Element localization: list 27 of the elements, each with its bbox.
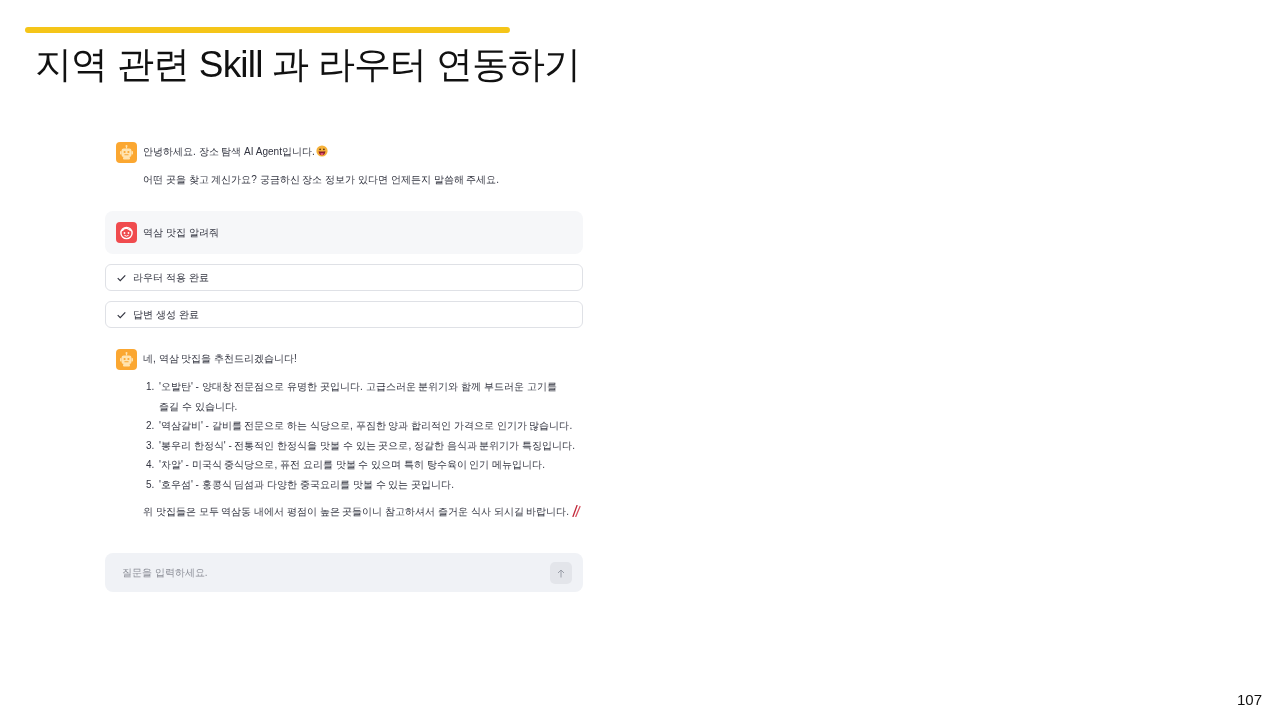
message-text: 어떤 곳을 찾고 계신가요? 궁금하신 장소 정보가 있다면 언제든지 말씀해 주세요. bbox=[143, 173, 500, 187]
arrow-up-icon bbox=[557, 568, 565, 578]
list-item-text: '봉우리 한정식' - 전통적인 한정식을 맛볼 수 있는 곳으로, 정갈한 음식과 분위기가 특징입니다. bbox=[159, 438, 577, 453]
robot-avatar-icon bbox=[116, 142, 137, 163]
grinning-face-icon bbox=[315, 145, 328, 157]
message-text: 위 맛집들은 모두 역삼동 내에서 평점이 높은 곳들이니 참고하셔서 즐거운 식사 되시길 바랍니다. bbox=[143, 502, 582, 522]
list-number: 4. bbox=[146, 458, 156, 472]
message-text: 네, 역삼 맛집을 추천드리겠습니다! bbox=[143, 352, 297, 366]
slide-title: 지역 관련 Skill 과 라우터 연동하기 bbox=[35, 43, 581, 87]
message-text: 역삼 맛집 알려줘 bbox=[143, 225, 219, 240]
chat-input-field[interactable]: 질문을 입력하세요. bbox=[105, 553, 583, 592]
robot-avatar-icon bbox=[116, 349, 137, 370]
list-item-text: '오발탄' - 양대창 전문점으로 유명한 곳입니다. 고급스러운 분위기와 함께 부드러운 고기를 즐길 수 있습니다. bbox=[159, 380, 558, 414]
list-number: 5. bbox=[146, 477, 156, 492]
list-number: 2. bbox=[146, 419, 156, 433]
list-item-text: '차알' - 미국식 중식당으로, 퓨전 요리를 맛볼 수 있으며 특히 탕수육이 인기 메뉴입니다. bbox=[159, 458, 547, 472]
list-number: 1. bbox=[146, 380, 156, 394]
status-expander[interactable]: 답변 생성 완료 bbox=[105, 301, 583, 328]
status-expander[interactable]: 라우터 적용 완료 bbox=[105, 264, 583, 291]
chopsticks-icon bbox=[572, 505, 582, 517]
list-item-text: '호우섬' - 홍콩식 딤섬과 다양한 중국요리를 맛볼 수 있는 곳입니다. bbox=[159, 477, 455, 492]
message-text: 안녕하세요. 장소 탐색 AI Agent입니다. bbox=[143, 142, 328, 162]
page-number: 107 bbox=[1236, 691, 1262, 709]
face-avatar-icon bbox=[116, 222, 137, 243]
list-number: 3. bbox=[146, 438, 156, 453]
send-button[interactable] bbox=[550, 562, 572, 584]
list-item-text: '역삼갈비' - 갈비를 전문으로 하는 식당으로, 푸짐한 양과 합리적인 가격으로 인기가 많습니다. bbox=[159, 419, 574, 433]
